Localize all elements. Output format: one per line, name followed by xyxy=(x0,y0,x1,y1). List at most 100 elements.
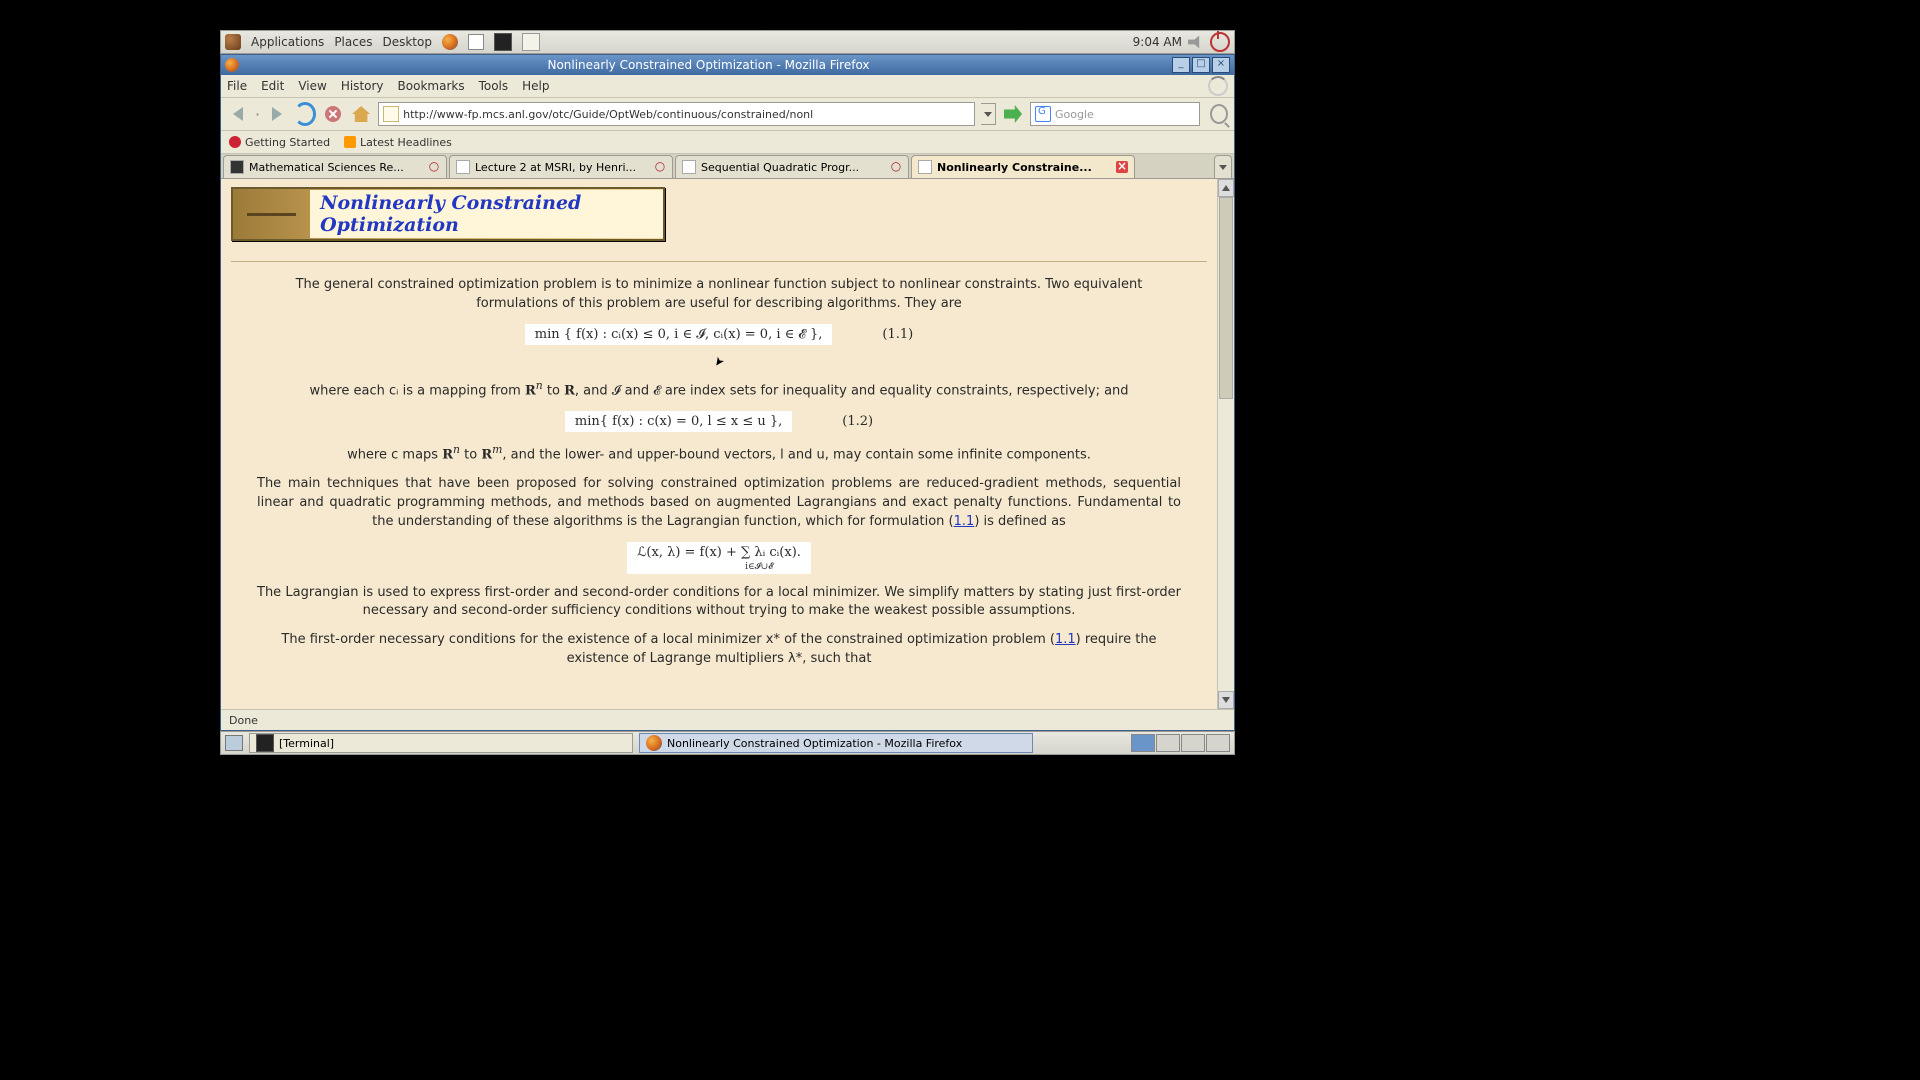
maximize-button[interactable]: □ xyxy=(1192,57,1210,73)
workspace-3[interactable] xyxy=(1181,734,1205,752)
window-titlebar[interactable]: Nonlinearly Constrained Optimization - M… xyxy=(221,55,1234,75)
tab-label: Sequential Quadratic Progr... xyxy=(701,161,885,174)
volume-icon[interactable] xyxy=(1188,34,1204,50)
tab-close-icon[interactable]: × xyxy=(1116,161,1128,173)
go-button[interactable] xyxy=(1002,103,1024,125)
menu-bookmarks[interactable]: Bookmarks xyxy=(398,79,465,93)
workspace-switcher[interactable] xyxy=(1131,734,1230,752)
tab-nonlinearly-constrained[interactable]: Nonlinearly Constraine... × xyxy=(911,155,1135,178)
editor-launcher-icon[interactable] xyxy=(522,33,540,51)
menu-edit[interactable]: Edit xyxy=(261,79,284,93)
text: The first-order necessary conditions for… xyxy=(281,632,1055,647)
minimize-button[interactable]: _ xyxy=(1172,57,1190,73)
tab-label: Lecture 2 at MSRI, by Henri... xyxy=(475,161,649,174)
menu-tools[interactable]: Tools xyxy=(479,79,509,93)
scroll-thumb[interactable] xyxy=(1219,197,1233,399)
home-icon xyxy=(352,106,370,122)
back-button[interactable] xyxy=(227,103,249,125)
tab-lecture-msri[interactable]: Lecture 2 at MSRI, by Henri... ○ xyxy=(449,155,673,178)
site-favicon-icon xyxy=(383,106,399,122)
workspace-2[interactable] xyxy=(1156,734,1180,752)
home-button[interactable] xyxy=(350,103,372,125)
mouse-cursor-icon xyxy=(714,351,724,365)
tab-close-icon[interactable]: ○ xyxy=(428,161,440,173)
search-bar[interactable]: Google xyxy=(1030,102,1200,126)
show-desktop-icon[interactable] xyxy=(225,735,243,751)
mapping-paragraph-1: where each cᵢ is a mapping from Rn to R,… xyxy=(257,378,1181,401)
techniques-paragraph: The main techniques that have been propo… xyxy=(257,475,1181,532)
firefox-icon xyxy=(225,58,239,72)
vertical-scrollbar[interactable] xyxy=(1217,179,1234,709)
link-eq-1-1[interactable]: 1.1 xyxy=(954,514,975,529)
link-eq-1-1-b[interactable]: 1.1 xyxy=(1055,632,1076,647)
mapping-paragraph-2: where c maps Rn to Rm, and the lower- an… xyxy=(257,442,1181,465)
rss-icon xyxy=(344,136,356,148)
reload-button[interactable] xyxy=(294,103,316,125)
desktop-menu[interactable]: Desktop xyxy=(382,35,432,49)
terminal-launcher-icon[interactable] xyxy=(494,33,512,51)
applications-menu[interactable]: Applications xyxy=(251,35,324,49)
tab-favicon-icon xyxy=(456,160,470,174)
text: where c maps xyxy=(347,447,442,462)
bookmark-getting-started[interactable]: Getting Started xyxy=(229,136,330,149)
tab-close-icon[interactable]: ○ xyxy=(890,161,902,173)
forward-arrow-icon xyxy=(272,107,282,121)
text: , and 𝓘 and 𝓔 are index sets for inequal… xyxy=(575,383,1129,398)
clock[interactable]: 9:04 AM xyxy=(1133,35,1182,49)
window-title: Nonlinearly Constrained Optimization - M… xyxy=(245,58,1172,72)
forward-button[interactable] xyxy=(266,103,288,125)
menu-view[interactable]: View xyxy=(298,79,326,93)
power-icon[interactable] xyxy=(1210,32,1230,52)
tab-list-dropdown[interactable] xyxy=(1214,155,1232,178)
firefox-launcher-icon[interactable] xyxy=(442,34,458,50)
tab-close-icon[interactable]: ○ xyxy=(654,161,666,173)
task-terminal[interactable]: [Terminal] xyxy=(249,733,633,753)
menu-file[interactable]: File xyxy=(227,79,247,93)
tab-strip: Mathematical Sciences Re... ○ Lecture 2 … xyxy=(221,154,1234,179)
text: where each cᵢ is a mapping from xyxy=(309,383,525,398)
intro-paragraph: The general constrained optimization pro… xyxy=(257,276,1181,314)
first-order-paragraph: The first-order necessary conditions for… xyxy=(257,631,1181,669)
firefox-window: Nonlinearly Constrained Optimization - M… xyxy=(220,54,1235,731)
text: ℒ(x, λ) = f(x) + ∑ λᵢ cᵢ(x). xyxy=(637,545,801,560)
equation-lagrangian: ℒ(x, λ) = f(x) + ∑ λᵢ cᵢ(x). i∈𝓘∪𝓔 xyxy=(231,542,1207,574)
equation-math: min{ f(x) : c(x) = 0, l ≤ x ≤ u }, xyxy=(565,411,792,432)
equation-number: (1.1) xyxy=(882,327,913,342)
bookmark-latest-headlines[interactable]: Latest Headlines xyxy=(344,136,452,149)
workspace-1[interactable] xyxy=(1131,734,1155,752)
search-placeholder: Google xyxy=(1055,108,1094,121)
firefox-icon xyxy=(646,735,662,751)
gnome-bottom-panel: [Terminal] Nonlinearly Constrained Optim… xyxy=(220,731,1235,755)
scroll-down-button[interactable] xyxy=(1218,691,1234,709)
terminal-icon xyxy=(256,734,274,752)
google-engine-icon[interactable] xyxy=(1035,106,1051,122)
task-firefox[interactable]: Nonlinearly Constrained Optimization - M… xyxy=(639,733,1033,753)
tab-favicon-icon xyxy=(682,160,696,174)
menu-help[interactable]: Help xyxy=(522,79,549,93)
equation-number: (1.2) xyxy=(842,414,873,429)
tab-favicon-icon xyxy=(230,160,244,174)
scroll-up-button[interactable] xyxy=(1218,179,1234,197)
activity-throbber-icon xyxy=(1208,76,1228,96)
workspace-4[interactable] xyxy=(1206,734,1230,752)
text: , and the lower- and upper-bound vectors… xyxy=(502,447,1091,462)
bookmarks-toolbar: Getting Started Latest Headlines xyxy=(221,131,1234,154)
address-dropdown[interactable] xyxy=(981,103,996,125)
address-bar[interactable]: http://www-fp.mcs.anl.gov/otc/Guide/OptW… xyxy=(378,102,975,126)
tab-mathematical-sciences[interactable]: Mathematical Sciences Re... ○ xyxy=(223,155,447,178)
stop-button[interactable] xyxy=(322,103,344,125)
menu-history[interactable]: History xyxy=(341,79,384,93)
mail-launcher-icon[interactable] xyxy=(468,34,484,50)
close-button[interactable]: × xyxy=(1212,57,1230,73)
tab-label: Mathematical Sciences Re... xyxy=(249,161,423,174)
magnifier-icon xyxy=(1210,104,1228,124)
menu-bar: File Edit View History Bookmarks Tools H… xyxy=(221,75,1234,98)
banner-rule-icon xyxy=(247,213,296,216)
places-menu[interactable]: Places xyxy=(334,35,372,49)
tab-sequential-quadratic[interactable]: Sequential Quadratic Progr... ○ xyxy=(675,155,909,178)
text: to xyxy=(460,447,481,462)
search-go-button[interactable] xyxy=(1206,103,1228,125)
content-viewport: Nonlinearly Constrained Optimization The… xyxy=(221,179,1234,709)
gnome-foot-icon xyxy=(225,34,241,50)
status-bar: Done xyxy=(221,709,1234,730)
